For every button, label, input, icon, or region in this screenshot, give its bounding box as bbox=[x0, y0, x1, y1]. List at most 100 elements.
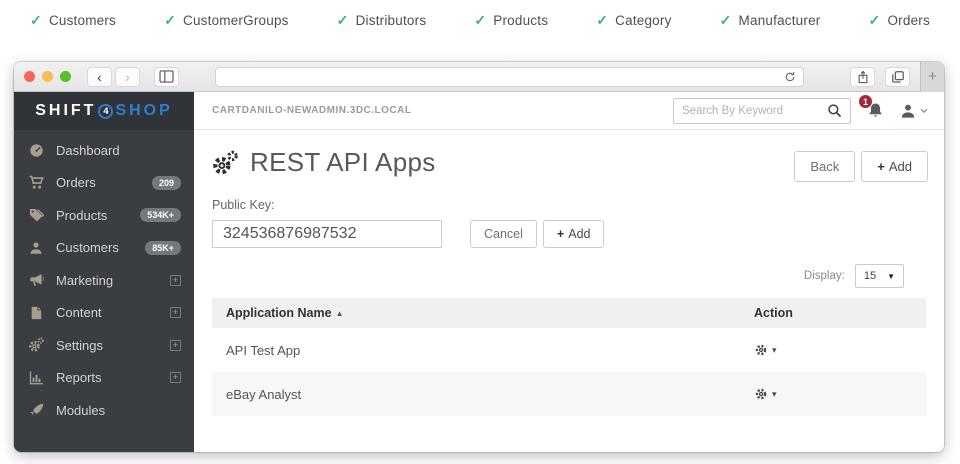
table-row[interactable]: eBay Analyst ▾ bbox=[212, 372, 926, 416]
row-action-dropdown[interactable]: ▾ bbox=[754, 343, 926, 357]
sidebar-toggle-button[interactable] bbox=[154, 67, 179, 87]
ribbon-item-orders[interactable]: ✓ Orders bbox=[869, 12, 930, 29]
check-icon: ✓ bbox=[474, 12, 486, 29]
refresh-icon[interactable] bbox=[784, 71, 796, 83]
confirm-add-label: Add bbox=[568, 227, 590, 241]
logo-shop: SHOP bbox=[115, 102, 172, 120]
confirm-add-button[interactable]: +Add bbox=[543, 220, 605, 248]
ribbon-label: Manufacturer bbox=[739, 13, 821, 28]
title-actions: Back +Add bbox=[794, 151, 928, 182]
cart-icon bbox=[27, 175, 45, 190]
back-nav-button[interactable]: ‹ bbox=[87, 67, 112, 87]
ribbon-item-products[interactable]: ✓ Products bbox=[474, 12, 548, 29]
sidebar-toggle-icon bbox=[159, 70, 174, 83]
expand-plus-icon[interactable]: + bbox=[170, 307, 181, 318]
check-icon: ✓ bbox=[720, 12, 732, 29]
caret-down-icon: ▾ bbox=[772, 389, 777, 400]
ribbon-item-category[interactable]: ✓ Category bbox=[596, 12, 671, 29]
rocket-icon bbox=[27, 403, 45, 418]
browser-toolbar: ‹ › bbox=[14, 62, 944, 92]
row-action-dropdown[interactable]: ▾ bbox=[754, 387, 926, 401]
sidebar-item-label: Reports bbox=[56, 370, 159, 385]
sidebar-item-reports[interactable]: Reports + bbox=[14, 362, 194, 395]
sidebar-item-modules[interactable]: Modules bbox=[14, 394, 194, 427]
shift4shop-logo[interactable]: SHIFT 4 SHOP bbox=[14, 92, 194, 130]
back-button[interactable]: Back bbox=[794, 151, 855, 182]
share-button[interactable] bbox=[850, 67, 875, 87]
sidebar-item-settings[interactable]: Settings + bbox=[14, 329, 194, 362]
megaphone-icon bbox=[27, 273, 45, 288]
zoom-window-button[interactable] bbox=[60, 71, 71, 82]
main-panel: CARTDANILO-NEWADMIN.3DC.LOCAL 1 bbox=[194, 92, 944, 452]
tab-overview-button[interactable] bbox=[885, 67, 910, 87]
caret-down-icon: ▾ bbox=[772, 345, 777, 356]
public-key-label: Public Key: bbox=[212, 198, 926, 212]
chevron-down-icon bbox=[920, 108, 928, 114]
products-count-badge: 534K+ bbox=[140, 208, 181, 222]
sidebar-menu: Dashboard Orders 209 bbox=[14, 130, 194, 427]
ribbon-label: Products bbox=[493, 13, 548, 28]
display-count-row: Display: 15 ▼ bbox=[194, 248, 944, 298]
display-count-select[interactable]: 15 ▼ bbox=[855, 264, 904, 288]
url-input[interactable] bbox=[223, 71, 784, 83]
admin-header: CARTDANILO-NEWADMIN.3DC.LOCAL 1 bbox=[194, 92, 944, 130]
public-key-input[interactable] bbox=[212, 220, 442, 248]
page-title: REST API Apps bbox=[250, 147, 436, 178]
app-name-cell: API Test App bbox=[212, 343, 754, 358]
browser-window: ‹ › bbox=[14, 62, 944, 452]
sidebar-item-customers[interactable]: Customers 85K+ bbox=[14, 232, 194, 265]
column-header-action: Action bbox=[754, 306, 926, 320]
ribbon-item-customers[interactable]: ✓ Customers bbox=[30, 12, 116, 29]
add-app-button[interactable]: +Add bbox=[861, 151, 928, 182]
notifications-button[interactable]: 1 bbox=[867, 102, 884, 119]
sidebar-item-orders[interactable]: Orders 209 bbox=[14, 167, 194, 200]
expand-plus-icon[interactable]: + bbox=[170, 372, 181, 383]
sidebar-item-label: Settings bbox=[56, 338, 159, 353]
ribbon-item-manufacturer[interactable]: ✓ Manufacturer bbox=[720, 12, 821, 29]
customers-count-badge: 85K+ bbox=[145, 241, 181, 255]
sidebar-item-marketing[interactable]: Marketing + bbox=[14, 264, 194, 297]
gear-icon bbox=[754, 343, 768, 357]
sidebar-item-label: Content bbox=[56, 305, 159, 320]
expand-plus-icon[interactable]: + bbox=[170, 275, 181, 286]
ribbon-label: Customers bbox=[49, 13, 116, 28]
search-input[interactable] bbox=[682, 105, 821, 117]
cogs-title-icon bbox=[212, 150, 238, 176]
ribbon-label: Distributors bbox=[356, 13, 427, 28]
plus-icon: + bbox=[877, 159, 885, 174]
search-icon[interactable] bbox=[827, 103, 842, 118]
ribbon-item-customergroups[interactable]: ✓ CustomerGroups bbox=[164, 12, 289, 29]
nav-buttons: ‹ › bbox=[87, 67, 140, 87]
ribbon-item-distributors[interactable]: ✓ Distributors bbox=[337, 12, 427, 29]
app-name-cell: eBay Analyst bbox=[212, 387, 754, 402]
sidebar-item-dashboard[interactable]: Dashboard bbox=[14, 134, 194, 167]
app-content: SHIFT 4 SHOP Dashboard bbox=[14, 92, 944, 452]
tags-icon bbox=[27, 208, 45, 223]
entity-checklist-ribbon: ✓ Customers ✓ CustomerGroups ✓ Distribut… bbox=[0, 0, 960, 40]
close-window-button[interactable] bbox=[24, 71, 35, 82]
sidebar-item-products[interactable]: Products 534K+ bbox=[14, 199, 194, 232]
logo-4-icon: 4 bbox=[98, 104, 113, 119]
check-icon: ✓ bbox=[596, 12, 608, 29]
sidebar-item-label: Products bbox=[56, 208, 129, 223]
public-key-buttons: Cancel +Add bbox=[470, 220, 604, 248]
keyword-search-box[interactable] bbox=[673, 98, 851, 124]
forward-nav-button[interactable]: › bbox=[115, 67, 140, 87]
orders-count-badge: 209 bbox=[152, 176, 181, 190]
share-icon bbox=[857, 70, 869, 84]
table-row[interactable]: API Test App ▾ bbox=[212, 328, 926, 372]
column-header-application-name[interactable]: Application Name ▲ bbox=[212, 306, 754, 320]
address-bar[interactable] bbox=[215, 67, 804, 87]
account-menu-button[interactable] bbox=[900, 103, 928, 119]
toolbar-right-buttons bbox=[850, 67, 910, 87]
sort-asc-icon: ▲ bbox=[336, 309, 344, 318]
expand-plus-icon[interactable]: + bbox=[170, 340, 181, 351]
sidebar-item-content[interactable]: Content + bbox=[14, 297, 194, 330]
public-key-section: Public Key: Cancel +Add bbox=[194, 188, 944, 248]
bar-chart-icon bbox=[27, 370, 45, 385]
tabs-icon bbox=[891, 70, 905, 84]
minimize-window-button[interactable] bbox=[42, 71, 53, 82]
new-tab-button[interactable]: + bbox=[920, 62, 944, 92]
page-title-row: REST API Apps Back +Add bbox=[194, 130, 944, 188]
cancel-button[interactable]: Cancel bbox=[470, 220, 537, 248]
